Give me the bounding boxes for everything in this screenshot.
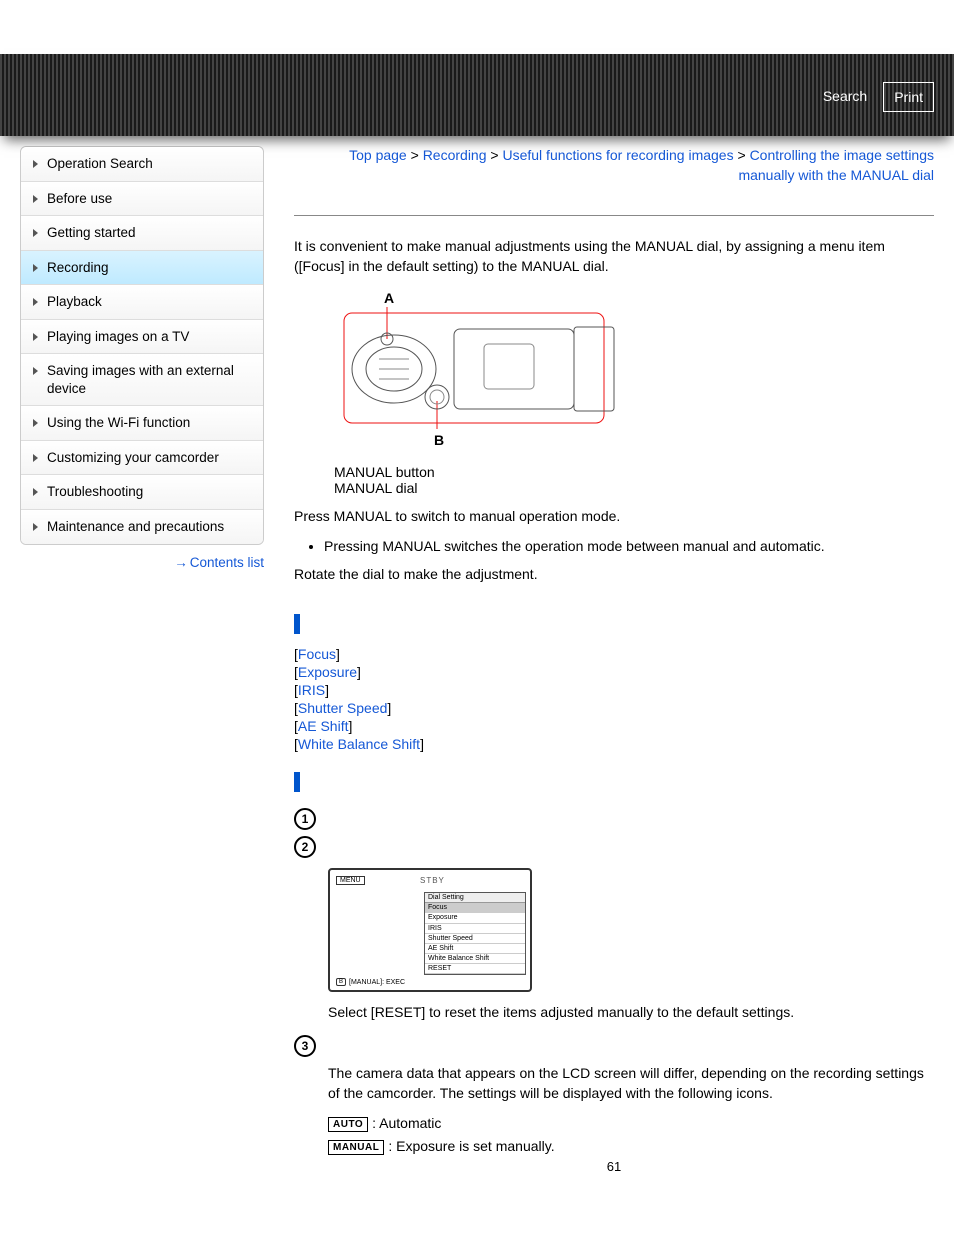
sidebar-item-customizing[interactable]: Customizing your camcorder xyxy=(21,441,263,476)
press-bullet: Pressing MANUAL switches the operation m… xyxy=(324,538,934,554)
icon-auto-row: AUTO : Automatic xyxy=(328,1115,934,1132)
sidebar-item-playback[interactable]: Playback xyxy=(21,285,263,320)
sidebar-item-label: Operation Search xyxy=(47,156,153,171)
sidebar-item-label: Using the Wi-Fi function xyxy=(47,415,190,430)
rotate-instruction: Rotate the dial to make the adjustment. xyxy=(294,564,934,584)
breadcrumb-link[interactable]: Recording xyxy=(423,147,487,163)
lcd-screenshot: MENU STBY Dial Setting Focus Exposure IR… xyxy=(328,868,934,992)
divider xyxy=(294,215,934,216)
sidebar-item-label: Customizing your camcorder xyxy=(47,450,219,465)
page-number: 61 xyxy=(294,1159,934,1174)
sidebar-item-label: Troubleshooting xyxy=(47,484,143,499)
breadcrumb-tail: Controlling the image settings manually … xyxy=(738,147,934,183)
breadcrumb-link[interactable]: Useful functions for recording images xyxy=(502,147,733,163)
section-marker-icon xyxy=(294,614,300,634)
section-marker-icon xyxy=(294,772,300,792)
sidebar-item-label: Saving images with an external device xyxy=(47,363,234,396)
lcd-foot-text: [MANUAL]: EXEC xyxy=(349,979,405,986)
lcd-footer: B [MANUAL]: EXEC xyxy=(336,978,405,986)
reset-note: Select [RESET] to reset the items adjust… xyxy=(328,1002,934,1022)
step-1: 1 xyxy=(294,808,934,830)
sidebar-item-label: Playing images on a TV xyxy=(47,329,189,344)
step-2: 2 xyxy=(294,836,934,858)
label-a: A xyxy=(384,290,394,306)
contents-list-link[interactable]: Contents list xyxy=(190,555,264,570)
breadcrumb: Top page > Recording > Useful functions … xyxy=(294,146,934,185)
breadcrumb-link[interactable]: Top page xyxy=(349,147,407,163)
lcd-menu-badge: MENU xyxy=(336,876,365,885)
press-instruction: Press MANUAL to switch to manual operati… xyxy=(294,506,934,526)
step-number-icon: 3 xyxy=(294,1035,316,1057)
manual-icon: MANUAL xyxy=(328,1140,384,1155)
dial-item-link[interactable]: Exposure xyxy=(298,664,357,680)
sidebar-item-label: Before use xyxy=(47,191,112,206)
arrow-right-icon: → xyxy=(174,555,188,570)
lcd-row: Focus xyxy=(425,903,525,913)
sidebar-item-getting-started[interactable]: Getting started xyxy=(21,216,263,251)
sidebar-item-maintenance[interactable]: Maintenance and precautions xyxy=(21,510,263,544)
sidebar-item-label: Maintenance and precautions xyxy=(47,519,224,534)
auto-icon: AUTO xyxy=(328,1117,368,1132)
step-number-icon: 2 xyxy=(294,836,316,858)
camera-data-note: The camera data that appears on the LCD … xyxy=(328,1063,934,1104)
sidebar-item-label: Recording xyxy=(47,260,109,275)
auto-desc: : Automatic xyxy=(372,1115,441,1131)
lcd-panel: Dial Setting Focus Exposure IRIS Shutter… xyxy=(424,892,526,975)
lcd-row: IRIS xyxy=(425,924,525,934)
label-b: B xyxy=(434,432,444,448)
dial-item-link[interactable]: Shutter Speed xyxy=(298,700,388,716)
lcd-stby-text: STBY xyxy=(420,876,445,885)
lcd-panel-title: Dial Setting xyxy=(425,893,525,903)
dial-item-link[interactable]: AE Shift xyxy=(298,718,349,734)
step-number-icon: 1 xyxy=(294,808,316,830)
figure-labels: MANUAL button MANUAL dial xyxy=(334,464,934,496)
sidebar-item-before-use[interactable]: Before use xyxy=(21,182,263,217)
sidebar-item-label: Getting started xyxy=(47,225,136,240)
manual-desc: : Exposure is set manually. xyxy=(388,1138,554,1154)
sidebar-item-operation-search[interactable]: Operation Search xyxy=(21,147,263,182)
sidebar-item-recording[interactable]: Recording xyxy=(21,251,263,286)
main-content: Top page > Recording > Useful functions … xyxy=(294,146,934,1174)
dial-item-link[interactable]: White Balance Shift xyxy=(298,736,420,752)
lcd-row: Shutter Speed xyxy=(425,934,525,944)
lcd-row: Exposure xyxy=(425,913,525,923)
sidebar-item-label: Playback xyxy=(47,294,102,309)
header-banner: Search Print xyxy=(0,54,954,136)
intro-text: It is convenient to make manual adjustme… xyxy=(294,236,934,277)
label-b-desc: MANUAL dial xyxy=(334,480,934,496)
lcd-row: White Balance Shift xyxy=(425,954,525,964)
sidebar-item-wifi[interactable]: Using the Wi-Fi function xyxy=(21,406,263,441)
sidebar-nav: Operation Search Before use Getting star… xyxy=(20,146,264,545)
sidebar-item-troubleshooting[interactable]: Troubleshooting xyxy=(21,475,263,510)
camera-illustration: A B xyxy=(324,289,934,452)
lcd-foot-btn-icon: B xyxy=(336,978,346,986)
dial-item-link[interactable]: Focus xyxy=(298,646,336,662)
step-3: 3 xyxy=(294,1035,934,1057)
icon-manual-row: MANUAL : Exposure is set manually. xyxy=(328,1138,934,1155)
lcd-row: AE Shift xyxy=(425,944,525,954)
label-a-desc: MANUAL button xyxy=(334,464,934,480)
dial-item-link[interactable]: IRIS xyxy=(298,682,325,698)
search-button[interactable]: Search xyxy=(813,82,877,112)
sidebar-item-playing-tv[interactable]: Playing images on a TV xyxy=(21,320,263,355)
lcd-row: RESET xyxy=(425,964,525,974)
print-button[interactable]: Print xyxy=(883,82,934,112)
sidebar-item-saving-external[interactable]: Saving images with an external device xyxy=(21,354,263,406)
dial-items-list: [Focus] [Exposure] [IRIS] [Shutter Speed… xyxy=(294,646,934,752)
